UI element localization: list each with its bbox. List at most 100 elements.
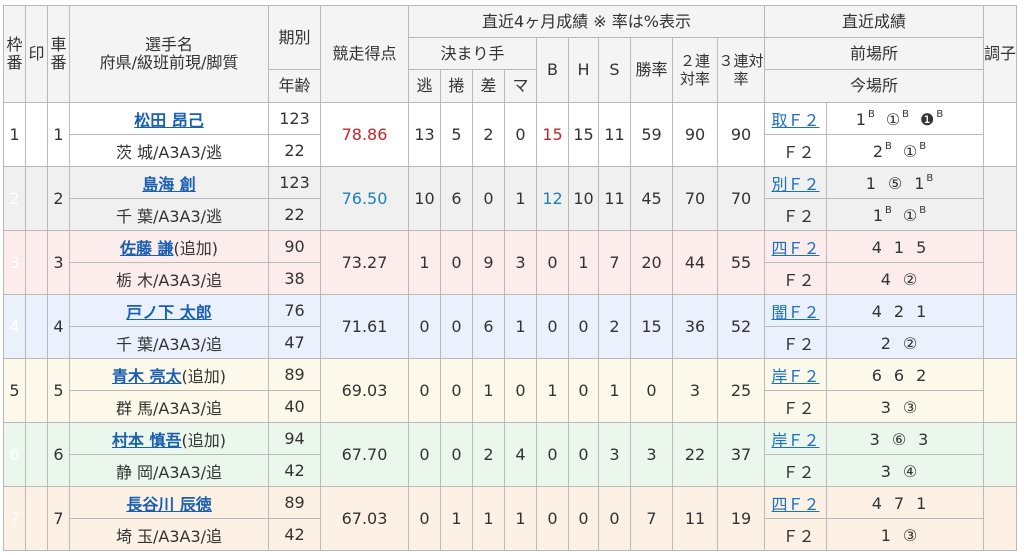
shirushi-cell[interactable]: [25, 486, 48, 551]
cur-venue-cell: Ｆ２: [764, 198, 827, 231]
cur-venue-cell: Ｆ２: [764, 326, 827, 359]
age-value: 40: [268, 390, 321, 423]
result-rank: 2: [916, 365, 928, 385]
score-value: 67.03: [320, 486, 409, 551]
age-value: 42: [268, 518, 321, 551]
result-suffix: B: [919, 204, 928, 216]
added-tag: (追加): [173, 238, 219, 258]
waku-number: 2: [3, 166, 26, 231]
stat-ren2: 11: [672, 486, 718, 551]
header-makuri: 捲: [440, 69, 473, 103]
stat-h: 10: [568, 166, 599, 231]
result-mark: ❶B: [920, 108, 945, 129]
header-cur-venue: 今場所: [764, 69, 984, 103]
header-nenrei: 年齢: [268, 69, 321, 103]
player-name-link[interactable]: 佐藤 謙: [120, 239, 174, 258]
result-rank: 6: [893, 365, 906, 385]
shirushi-cell[interactable]: [25, 102, 48, 167]
prev-venue-link[interactable]: 取Ｆ２: [771, 111, 819, 130]
result-rank: 2: [872, 141, 885, 161]
player-name-cell: 松田 昂己: [69, 102, 269, 135]
stat-ren3: 37: [717, 422, 765, 487]
result-mark: 1B: [873, 205, 893, 225]
stat-b: 0: [536, 486, 569, 551]
result-mark: ①B: [903, 141, 927, 161]
shirushi-cell[interactable]: [25, 166, 48, 231]
player-name-link[interactable]: 戸ノ下 太郎: [126, 303, 212, 322]
waku-number: 7: [3, 486, 26, 551]
rider-row: 2 2 島海 創 123 76.50 10 6 0 1 12 10 11 45 70 70 別Ｆ２ 1 ⑤ 1B: [3, 166, 1017, 231]
pref-class-style: 千 葉/A3A3/追: [69, 326, 269, 359]
prev-venue-link[interactable]: 闇Ｆ２: [771, 303, 819, 322]
stat-makuri: 0: [440, 422, 473, 487]
score-value: 78.86: [320, 102, 409, 167]
kibetsu-value: 123: [268, 102, 321, 135]
prev-venue-link[interactable]: 四Ｆ２: [771, 239, 819, 258]
sha-number: 5: [47, 358, 70, 423]
result-rank: ③: [902, 525, 919, 545]
prev-venue-cell: 岸Ｆ２: [764, 358, 827, 391]
stat-b: 0: [536, 422, 569, 487]
stat-s: 7: [598, 230, 631, 295]
result-suffix: B: [936, 108, 945, 120]
shirushi-cell[interactable]: [25, 294, 48, 359]
result-rank: 1: [914, 173, 926, 193]
prev-venue-cell: 四Ｆ２: [764, 486, 827, 519]
cur-results: 1B ①B: [826, 198, 984, 231]
condition-cell: [983, 294, 1017, 359]
cur-venue-cell: Ｆ２: [764, 518, 827, 551]
prev-venue-link[interactable]: 四Ｆ２: [771, 495, 819, 514]
player-name-cell: 島海 創: [69, 166, 269, 199]
header-kimarite: 決まり手: [408, 37, 537, 70]
prev-venue-cell: 四Ｆ２: [764, 230, 827, 263]
stat-b: 1: [536, 358, 569, 423]
cur-results: 2B ①B: [826, 134, 984, 167]
race-entry-table: 枠番 印 車番 選手名 府県/級班前現/脚質 期別 競走得点 直近4ヶ月成績 ※…: [3, 5, 1017, 551]
result-rank: ③: [902, 397, 919, 417]
result-mark: ⑤: [888, 174, 904, 193]
stat-sashi: 0: [472, 166, 505, 231]
player-name-link[interactable]: 村本 慎吾: [112, 431, 182, 450]
player-name-link[interactable]: 青木 亮太: [112, 367, 182, 386]
cur-results: 1③: [826, 518, 984, 551]
player-name-cell: 長谷川 辰徳: [69, 486, 269, 519]
result-rank: 1: [916, 493, 928, 513]
result-mark: 2: [916, 366, 928, 385]
result-suffix: B: [902, 108, 911, 120]
player-name-link[interactable]: 松田 昂己: [134, 111, 204, 130]
shirushi-cell[interactable]: [25, 230, 48, 295]
result-rank: 3: [880, 461, 892, 481]
stat-makuri: 0: [440, 230, 473, 295]
shirushi-cell[interactable]: [25, 358, 48, 423]
header-h: H: [568, 37, 599, 103]
waku-number: 1: [3, 102, 26, 167]
header-recent-group: 直近4ヶ月成績 ※ 率は%表示: [408, 5, 765, 38]
age-value: 22: [268, 134, 321, 167]
player-name-link[interactable]: 長谷川 辰徳: [126, 495, 212, 514]
score-value: 71.61: [320, 294, 409, 359]
stat-makuri: 5: [440, 102, 473, 167]
prev-venue-link[interactable]: 別Ｆ２: [771, 175, 819, 194]
stat-mark: 1: [504, 486, 537, 551]
shirushi-cell[interactable]: [25, 422, 48, 487]
prev-venue-link[interactable]: 岸Ｆ２: [771, 367, 819, 386]
result-rank: 1: [880, 525, 892, 545]
stat-mark: 0: [504, 358, 537, 423]
stat-h: 1: [568, 230, 599, 295]
waku-number: 5: [3, 358, 26, 423]
stat-sashi: 1: [472, 486, 505, 551]
cur-results: 2②: [826, 326, 984, 359]
result-mark: 1: [881, 526, 893, 545]
player-name-cell: 戸ノ下 太郎: [69, 294, 269, 327]
player-name-link[interactable]: 島海 創: [142, 175, 196, 194]
result-rank: 7: [893, 493, 906, 513]
stat-ren2: 90: [672, 102, 718, 167]
header-s: S: [598, 37, 631, 103]
result-rank: 4: [871, 301, 883, 321]
result-mark: 1: [894, 238, 906, 257]
pref-class-style: 千 葉/A3A3/逃: [69, 198, 269, 231]
result-mark: 2B: [872, 141, 893, 161]
prev-venue-link[interactable]: 岸Ｆ２: [771, 431, 819, 450]
result-mark: 4: [872, 238, 884, 257]
header-condition: 調子: [983, 5, 1017, 103]
